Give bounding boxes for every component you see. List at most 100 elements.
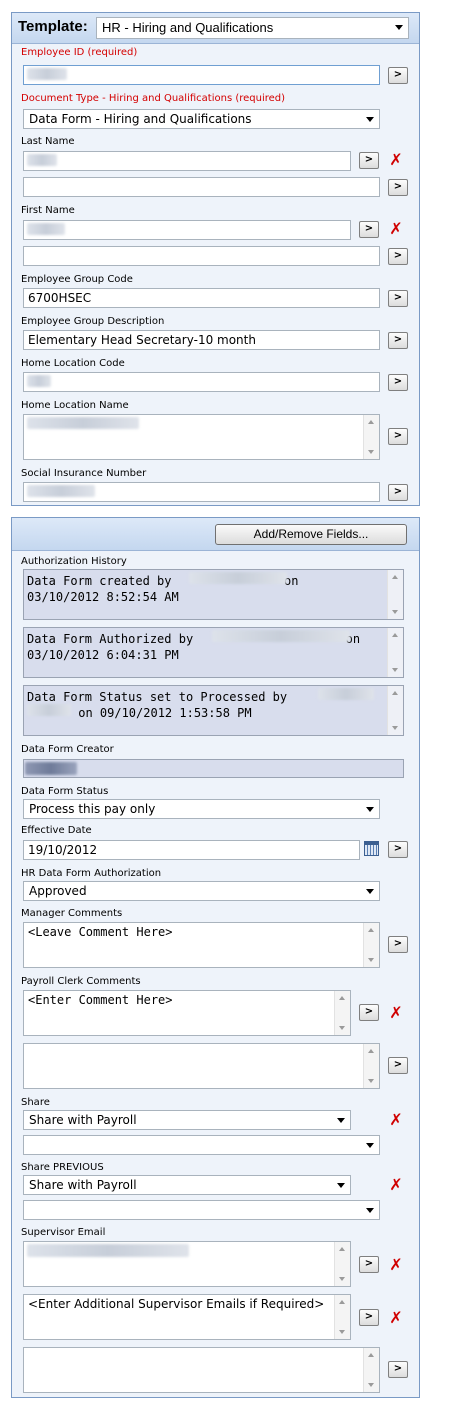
first-name-extra-input[interactable] [23,246,380,266]
scrollbar[interactable] [363,1348,379,1392]
scroll-down-icon [368,1383,374,1387]
share-extra-select[interactable] [23,1135,380,1155]
scroll-down-icon [368,1079,374,1083]
scroll-down-icon [368,450,374,454]
additional-supervisor-email-goto-button[interactable]: > [359,1309,379,1326]
employee-group-description-label: Employee Group Description [21,316,165,327]
share-select[interactable]: Share with Payroll [23,1110,351,1130]
document-type-select[interactable]: Data Form - Hiring and Qualifications [23,109,380,129]
redacted-employee-id [27,68,67,80]
scroll-down-icon [339,1026,345,1030]
scroll-up-icon [368,1353,374,1357]
scroll-up-icon [339,996,345,1000]
chevron-down-icon [337,1118,345,1123]
calendar-icon[interactable] [364,841,379,856]
additional-supervisor-email-textarea[interactable]: <Enter Additional Supervisor Emails if R… [23,1294,351,1340]
home-location-code-goto-button[interactable]: > [388,374,408,391]
payroll-comments-extra-goto-button[interactable]: > [388,1057,408,1074]
chevron-down-icon [366,1143,374,1148]
scroll-up-icon [368,1049,374,1053]
document-type-value: Data Form - Hiring and Qualifications [29,112,252,126]
additional-supervisor-email-delete-icon[interactable]: ✗ [389,1310,403,1326]
share-label: Share [21,1097,50,1108]
template-label: Template: [18,18,88,35]
chevron-down-icon [366,889,374,894]
scroll-down-icon [392,610,398,614]
hr-authorization-select[interactable]: Approved [23,881,380,901]
payroll-comments-label: Payroll Clerk Comments [21,976,141,987]
payroll-comments-textarea[interactable]: <Enter Comment Here> [23,990,351,1036]
last-name-label: Last Name [21,136,75,147]
redacted-home-location-name [27,417,139,429]
redacted-home-location-code [27,375,51,387]
template-select[interactable]: HR - Hiring and Qualifications [96,17,409,39]
manager-comments-textarea[interactable]: <Leave Comment Here> [23,922,380,968]
add-remove-fields-button[interactable]: Add/Remove Fields... [215,524,407,545]
scrollbar[interactable] [387,686,403,735]
effective-date-input[interactable]: 19/10/2012 [23,840,360,860]
scrollbar[interactable] [387,628,403,677]
scroll-down-icon [392,668,398,672]
sin-goto-button[interactable]: > [388,484,408,501]
last-name-extra-input[interactable] [23,177,380,197]
first-name-extra-goto-button[interactable]: > [388,248,408,265]
redacted-supervisor-email [27,1244,189,1257]
scroll-down-icon [339,1330,345,1334]
effective-date-goto-button[interactable]: > [388,841,408,858]
scrollbar[interactable] [363,415,379,459]
scrollbar[interactable] [387,570,403,619]
supervisor-email-delete-icon[interactable]: ✗ [389,1257,403,1273]
redacted-authorizer-name [212,630,350,642]
supervisor-email-extra-goto-button[interactable]: > [388,1361,408,1378]
employee-id-goto-button[interactable]: > [388,67,408,84]
payroll-comments-delete-icon[interactable]: ✗ [389,1005,403,1021]
share-previous-extra-select[interactable] [23,1200,380,1220]
redacted-last-name [27,154,57,166]
scrollbar[interactable] [334,1242,350,1286]
home-location-name-goto-button[interactable]: > [388,428,408,445]
scroll-up-icon [368,420,374,424]
chevron-down-icon [337,1183,345,1188]
share-value: Share with Payroll [29,1113,137,1127]
employee-group-code-input[interactable]: 6700HSEC [23,288,380,308]
template-select-value: HR - Hiring and Qualifications [102,20,274,35]
employee-group-code-label: Employee Group Code [21,274,133,285]
first-name-input[interactable] [23,220,351,240]
data-form-status-select[interactable]: Process this pay only [23,799,380,819]
scrollbar[interactable] [363,923,379,967]
manager-comments-goto-button[interactable]: > [388,936,408,953]
share-previous-select[interactable]: Share with Payroll [23,1175,351,1195]
share-delete-icon[interactable]: ✗ [389,1112,403,1128]
data-form-status-label: Data Form Status [21,786,109,797]
payroll-comments-extra-textarea[interactable] [23,1043,380,1089]
supervisor-email-goto-button[interactable]: > [359,1256,379,1273]
employee-group-description-goto-button[interactable]: > [388,332,408,349]
home-location-code-input[interactable] [23,372,380,392]
chevron-down-icon [366,117,374,122]
data-form-creator-label: Data Form Creator [21,744,114,755]
scroll-up-icon [339,1247,345,1251]
chevron-down-icon [366,807,374,812]
last-name-input[interactable] [23,151,351,171]
employee-id-label: Employee ID (required) [21,47,138,58]
share-previous-delete-icon[interactable]: ✗ [389,1177,403,1193]
scroll-up-icon [392,633,398,637]
employee-id-input[interactable] [23,65,380,85]
last-name-extra-goto-button[interactable]: > [388,179,408,196]
home-location-name-label: Home Location Name [21,400,129,411]
payroll-comments-goto-button[interactable]: > [359,1004,379,1021]
scrollbar[interactable] [363,1044,379,1088]
hr-authorization-label: HR Data Form Authorization [21,868,162,879]
chevron-down-icon [395,25,403,30]
last-name-delete-icon[interactable]: ✗ [389,152,403,168]
scroll-down-icon [392,726,398,730]
supervisor-email-extra-textarea[interactable] [23,1347,380,1393]
last-name-goto-button[interactable]: > [359,152,379,169]
redacted-processor-name-2 [27,704,71,716]
employee-group-description-input[interactable]: Elementary Head Secretary-10 month [23,330,380,350]
employee-group-code-goto-button[interactable]: > [388,290,408,307]
scrollbar[interactable] [334,991,350,1035]
first-name-delete-icon[interactable]: ✗ [389,221,403,237]
first-name-goto-button[interactable]: > [359,221,379,238]
scrollbar[interactable] [334,1295,350,1339]
